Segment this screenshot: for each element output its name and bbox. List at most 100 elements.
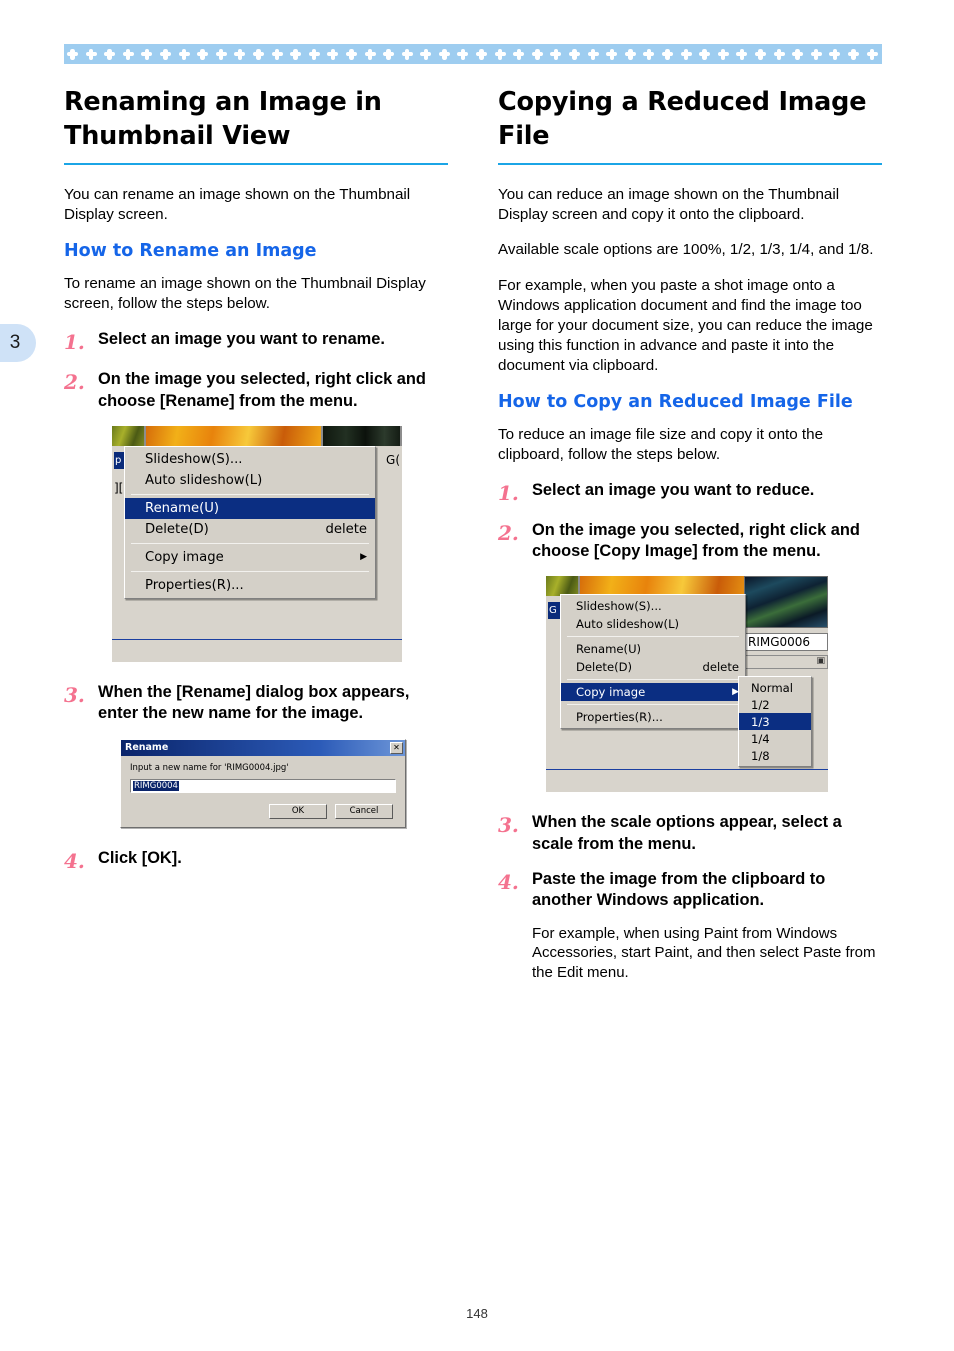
thumbnail-strip <box>112 425 402 446</box>
menu-separator <box>567 704 739 706</box>
scale-option[interactable]: 1/2 <box>739 696 811 713</box>
scale-option[interactable]: Normal <box>739 679 811 696</box>
steps-list-left-continued: 3. When the [Rename] dialog box appears,… <box>64 682 448 725</box>
step-note: For example, when using Paint from Windo… <box>532 924 876 982</box>
clover-icon <box>792 48 804 60</box>
intro-paragraph-right: You can reduce an image shown on the Thu… <box>498 186 840 224</box>
right-column: Copying a Reduced Image File You can red… <box>498 86 882 997</box>
menu-item[interactable]: Rename(U) <box>561 640 745 658</box>
close-icon[interactable]: ✕ <box>390 741 403 754</box>
rename-dialog: Rename ✕ Input a new name for 'RIMG0004.… <box>120 738 406 828</box>
context-menu[interactable]: Slideshow(S)... Auto slideshow(L) Rename(U… <box>560 594 746 730</box>
menu-separator <box>131 493 369 495</box>
step-text: Select an image you want to reduce. <box>532 480 815 499</box>
clover-icon <box>85 48 97 60</box>
clover-icon <box>290 48 302 60</box>
menu-item[interactable]: Auto slideshow(L) <box>561 615 745 633</box>
menu-item[interactable]: Slideshow(S)... <box>125 449 375 470</box>
scale-option[interactable]: 1/8 <box>739 747 811 764</box>
clover-icon <box>308 48 320 60</box>
thumbnail-image-green <box>546 576 580 597</box>
list-item: 4. Paste the image from the clipboard to… <box>498 869 882 983</box>
title-rule-left <box>64 163 448 166</box>
steps-list-left: 1. Select an image you want to rename. 2… <box>64 329 448 412</box>
clover-motif-row <box>64 44 882 64</box>
clover-icon <box>587 48 599 60</box>
steps-list-left-end: 4. Click [OK]. <box>64 848 448 874</box>
clover-icon <box>252 48 264 60</box>
step-text: On the image you selected, right click a… <box>532 520 860 561</box>
filename-input-value: RIMG0004 <box>133 780 179 791</box>
clover-icon <box>345 48 357 60</box>
filename-input[interactable]: RIMG0004 <box>130 778 396 793</box>
thumbnail-filename-label: RIMG0006 <box>744 633 828 652</box>
figure-copy-image-submenu: G RIMG0006 ▣ Slideshow(S)... Auto slidesh… <box>498 576 882 793</box>
clover-icon <box>531 48 543 60</box>
clover-icon <box>104 48 116 60</box>
menu-item-label: Auto slideshow(L) <box>576 617 680 632</box>
thumbnail-image-green <box>112 425 146 446</box>
menu-item[interactable]: Delete(D) delete <box>561 658 745 676</box>
clover-icon <box>754 48 766 60</box>
clover-icon <box>699 48 711 60</box>
left-column: Renaming an Image in Thumbnail View You … <box>64 86 448 888</box>
clover-icon <box>122 48 134 60</box>
list-item: 1. Select an image you want to rename. <box>64 329 448 355</box>
page-title-right: Copying a Reduced Image File <box>498 87 867 151</box>
menu-separator <box>567 636 739 638</box>
scale-submenu[interactable]: Normal 1/2 1/3 1/4 1/8 <box>738 676 812 768</box>
menu-separator <box>131 570 369 572</box>
clover-icon <box>662 48 673 60</box>
menu-item-label: Slideshow(S)... <box>145 451 243 467</box>
ok-button[interactable]: OK <box>269 803 327 819</box>
step-text: Select an image you want to rename. <box>98 330 385 349</box>
clover-icon <box>215 48 227 60</box>
clover-icon <box>569 48 581 60</box>
scale-option[interactable]: 1/4 <box>739 730 811 747</box>
clover-icon <box>197 48 209 60</box>
menu-item[interactable]: Slideshow(S)... <box>561 597 745 615</box>
dialog-button-row: OK Cancel <box>121 793 405 819</box>
step-text: Paste the image from the clipboard to an… <box>532 869 882 983</box>
scale-option-label: 1/3 <box>751 714 770 729</box>
screenshot-copy-image-context-menu: G RIMG0006 ▣ Slideshow(S)... Auto slidesh… <box>546 576 828 793</box>
step-number: 4. <box>64 848 85 873</box>
sub-heading-how-to-copy: How to Copy an Reduced Image File <box>498 391 853 412</box>
menu-item[interactable]: Copy image ▶ <box>125 547 375 568</box>
menu-item-label: Rename(U) <box>145 500 220 516</box>
steps-list-right: 1. Select an image you want to reduce. 2… <box>498 480 882 563</box>
cancel-button[interactable]: Cancel <box>335 803 393 819</box>
menu-separator <box>567 679 739 681</box>
menu-item-label: Copy image <box>576 685 646 700</box>
thumbnail-image-night <box>744 576 828 629</box>
chapter-number: 3 <box>9 332 21 353</box>
scale-option-label: Normal <box>751 680 793 695</box>
step-number: 1. <box>64 330 85 355</box>
menu-item[interactable]: Properties(R)... <box>125 575 375 596</box>
scale-option-label: 1/8 <box>751 748 770 763</box>
clover-icon <box>866 48 878 60</box>
app-right-label-left: G( <box>386 452 400 467</box>
thumbnail-image-flower <box>145 425 323 446</box>
clover-icon <box>829 48 841 60</box>
list-item: 2. On the image you selected, right clic… <box>64 369 448 412</box>
app-horizontal-rule <box>112 638 402 640</box>
list-item: 3. When the [Rename] dialog box appears,… <box>64 682 448 725</box>
menu-item[interactable]: Copy image ▶ <box>561 683 745 702</box>
menu-item[interactable]: Auto slideshow(L) <box>125 470 375 491</box>
scale-option[interactable]: 1/3 <box>739 713 811 731</box>
submenu-arrow-icon: ▶ <box>360 551 367 562</box>
step-text: Click [OK]. <box>98 848 182 867</box>
menu-item[interactable]: Delete(D) delete <box>125 519 375 540</box>
clover-icon <box>457 48 469 60</box>
menu-item-label: Delete(D) <box>145 521 209 537</box>
page-title-left: Renaming an Image in Thumbnail View <box>64 87 382 151</box>
menu-separator <box>131 542 369 544</box>
menu-item[interactable]: Properties(R)... <box>561 708 745 726</box>
clover-icon <box>364 48 376 60</box>
context-menu[interactable]: Slideshow(S)... Auto slideshow(L) Rename(U… <box>124 445 376 599</box>
clover-icon <box>736 48 748 60</box>
clover-icon <box>643 48 655 60</box>
example-paragraph: For example, when you paste a shot image… <box>498 276 873 374</box>
menu-item[interactable]: Rename(U) <box>125 497 375 519</box>
